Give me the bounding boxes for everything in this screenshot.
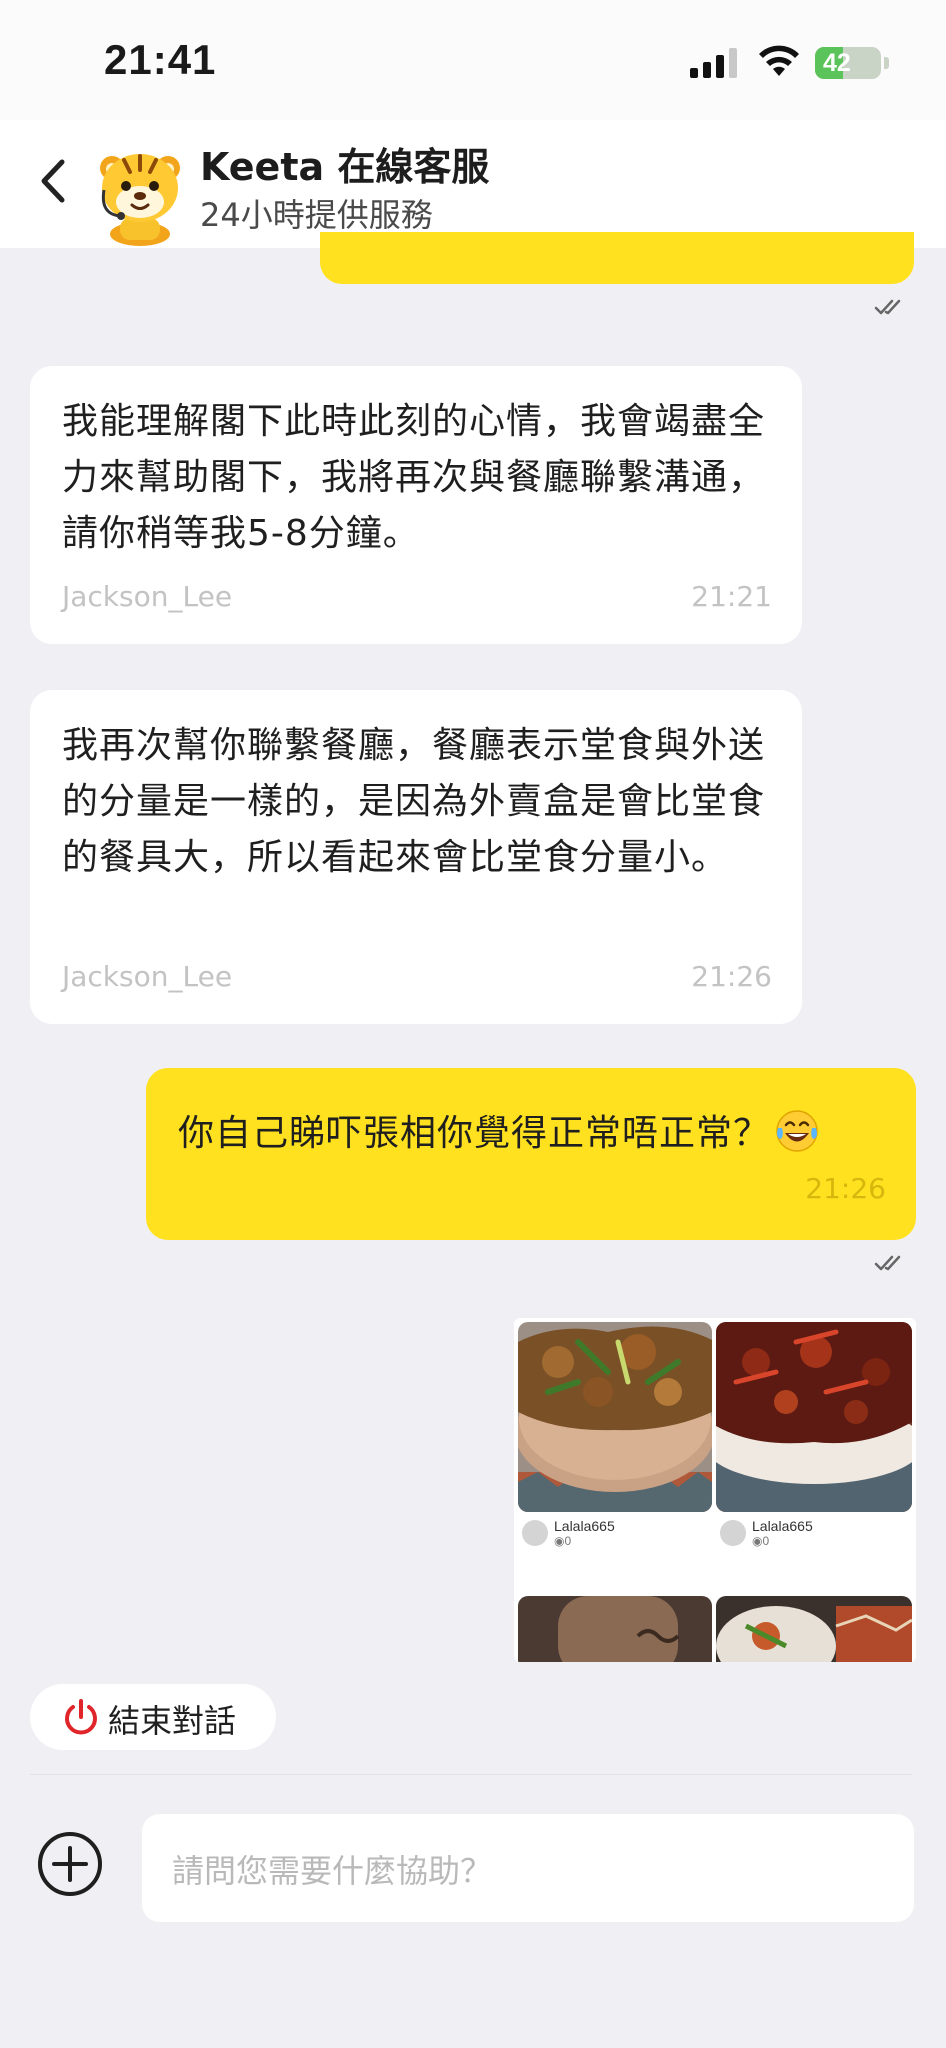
- photo-username: Lalala665: [554, 1518, 615, 1534]
- user-avatar: [522, 1520, 548, 1546]
- cellular-signal-icon: [690, 48, 737, 78]
- read-receipt-icon: [874, 1255, 901, 1271]
- photo-view-count: ◉0: [752, 1534, 769, 1548]
- add-attachment-button[interactable]: [36, 1830, 104, 1898]
- read-receipt-icon: [874, 299, 901, 315]
- photo-view-count: ◉0: [554, 1534, 571, 1548]
- outgoing-message-bubble-partial: [320, 232, 914, 284]
- message-time: 21:26: [691, 960, 772, 993]
- food-photo[interactable]: [518, 1322, 712, 1512]
- message-time: 21:21: [691, 580, 772, 613]
- view-count-value: 0: [564, 1534, 572, 1548]
- eye-icon: ◉: [554, 1534, 565, 1548]
- battery-text: 42: [823, 49, 851, 77]
- chat-title: Keeta 在線客服: [200, 145, 490, 189]
- battery-cap: [884, 57, 889, 69]
- message-time: 21:26: [805, 1172, 886, 1205]
- message-meta: Jackson_Lee 21:26: [62, 960, 772, 1000]
- back-button[interactable]: [30, 148, 78, 214]
- laughing-tears-emoji-icon: [776, 1110, 818, 1152]
- wifi-icon: [759, 45, 799, 76]
- outgoing-message-bubble: 你自己睇吓張相你覺得正常唔正常？ 21:26: [146, 1068, 916, 1240]
- user-avatar: [720, 1520, 746, 1546]
- tiger-mascot-avatar: [100, 154, 180, 246]
- photo-caption: Lalala665 ◉0: [716, 1516, 912, 1550]
- food-photo[interactable]: [518, 1596, 712, 1662]
- view-count-value: 0: [762, 1534, 770, 1548]
- food-photo[interactable]: [716, 1596, 912, 1662]
- message-sender: Jackson_Lee: [62, 580, 233, 613]
- eye-icon: ◉: [752, 1534, 763, 1548]
- photo-username: Lalala665: [752, 1518, 813, 1534]
- end-chat-button[interactable]: 結束對話: [30, 1684, 276, 1750]
- message-text: 我能理解閣下此時此刻的心情，我會竭盡全力來幫助閣下，我將再次與餐廳聯繫溝通，請你…: [62, 401, 766, 554]
- power-icon: [65, 1699, 97, 1735]
- incoming-message-bubble: 我再次幫你聯繫餐廳，餐廳表示堂食與外送的分量是一樣的，是因為外賣盒是會比堂食的餐…: [30, 690, 802, 1024]
- message-meta: Jackson_Lee 21:21: [62, 580, 772, 620]
- message-input-placeholder: 請問您需要什麼協助？: [172, 1852, 493, 1890]
- message-input[interactable]: 請問您需要什麼協助？: [142, 1814, 914, 1922]
- divider: [30, 1774, 912, 1775]
- message-text: 你自己睇吓張相你覺得正常唔正常？: [178, 1113, 771, 1154]
- battery-icon: 42: [815, 47, 881, 79]
- message-sender: Jackson_Lee: [62, 960, 233, 993]
- status-time: 21:41: [104, 36, 217, 83]
- image-message[interactable]: Lalala665 ◉0 Lalala665 ◉0: [514, 1318, 916, 1662]
- status-bar: 21:41 42: [0, 0, 946, 120]
- incoming-message-bubble: 我能理解閣下此時此刻的心情，我會竭盡全力來幫助閣下，我將再次與餐廳聯繫溝通，請你…: [30, 366, 802, 644]
- message-text: 我再次幫你聯繫餐廳，餐廳表示堂食與外送的分量是一樣的，是因為外賣盒是會比堂食的餐…: [62, 725, 766, 878]
- chat-header: Keeta 在線客服 24小時提供服務: [0, 120, 946, 248]
- photo-caption: Lalala665 ◉0: [518, 1516, 712, 1550]
- outgoing-message-text-row: 你自己睇吓張相你覺得正常唔正常？: [178, 1106, 820, 1162]
- food-photo[interactable]: [716, 1322, 912, 1512]
- chat-subtitle: 24小時提供服務: [200, 196, 433, 234]
- end-chat-label: 結束對話: [108, 1702, 237, 1740]
